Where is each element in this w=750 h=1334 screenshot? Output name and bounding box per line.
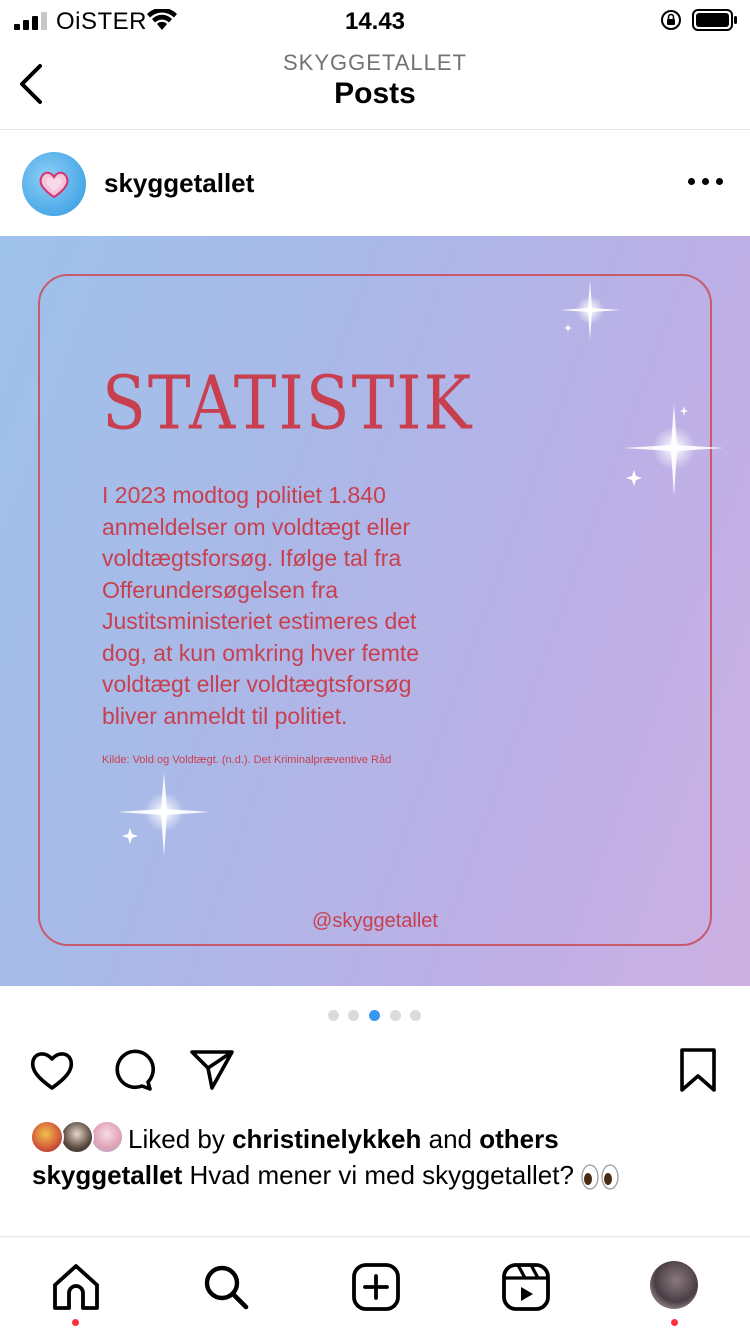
carousel-dot bbox=[390, 1010, 401, 1021]
likes-text: Liked by christinelykkeh and others bbox=[128, 1124, 559, 1155]
carousel-indicator bbox=[328, 1010, 428, 1022]
reels-icon[interactable] bbox=[500, 1261, 552, 1313]
sparkle-icon bbox=[118, 772, 210, 856]
sparkle-icon bbox=[560, 280, 620, 340]
comment-icon[interactable] bbox=[108, 1046, 156, 1094]
image-source: Kilde: Vold og Voldtægt. (n.d.). Det Kri… bbox=[102, 754, 392, 766]
clock: 14.43 bbox=[344, 8, 406, 35]
body-line: dog, at kun omkring hver femte bbox=[102, 639, 420, 666]
body-line: voldtægtsforsøg. Ifølge tal fra bbox=[102, 545, 402, 571]
image-heading: STATISTIK bbox=[102, 362, 474, 448]
home-icon[interactable] bbox=[50, 1261, 102, 1313]
post-action-bar bbox=[0, 1046, 750, 1102]
notification-dot bbox=[72, 1319, 79, 1326]
notification-dot bbox=[671, 1319, 678, 1326]
image-body-text: I 2023 modtog politiet 1.840 anmeldelser… bbox=[102, 480, 532, 732]
heart-logo-icon bbox=[39, 171, 69, 199]
search-icon[interactable] bbox=[200, 1261, 252, 1313]
sparkle-icon bbox=[624, 404, 724, 496]
create-icon[interactable] bbox=[350, 1261, 402, 1313]
eyes-emoji-icon bbox=[581, 1164, 619, 1190]
status-bar: OiSTER 14.43 bbox=[0, 0, 750, 42]
post-image[interactable]: STATISTIK I 2023 modtog politiet 1.840 a… bbox=[0, 236, 750, 986]
likes-middle: and bbox=[421, 1124, 480, 1154]
bookmark-icon[interactable] bbox=[674, 1046, 722, 1094]
liker-avatar bbox=[60, 1120, 94, 1154]
battery-icon bbox=[692, 9, 737, 31]
body-line: I 2023 modtog politiet 1.840 bbox=[102, 482, 386, 508]
paper-plane-icon[interactable] bbox=[188, 1046, 236, 1094]
liker-avatar bbox=[90, 1120, 124, 1154]
body-line: bliver anmeldt til politiet. bbox=[102, 702, 348, 729]
account-subtitle: SKYGGETALLET bbox=[283, 50, 467, 75]
bottom-tab-bar bbox=[0, 1236, 750, 1334]
caption-text: Hvad mener vi med skyggetallet? bbox=[182, 1160, 574, 1190]
body-line: Justitsministeriet estimeres det bbox=[102, 608, 417, 634]
liker-avatar bbox=[30, 1120, 64, 1154]
carousel-dot bbox=[328, 1010, 339, 1021]
orientation-lock-icon bbox=[661, 10, 681, 30]
profile-avatar[interactable] bbox=[650, 1261, 698, 1309]
heart-icon[interactable] bbox=[28, 1046, 76, 1094]
body-line: voldtægt eller voldtægtsforsøg bbox=[102, 671, 412, 697]
more-horizontal-icon[interactable] bbox=[688, 176, 724, 188]
page-title: Posts bbox=[334, 77, 416, 110]
post-caption: skyggetallet Hvad mener vi med skyggetal… bbox=[32, 1160, 732, 1192]
caption-username[interactable]: skyggetallet bbox=[32, 1160, 182, 1190]
liker-username[interactable]: christinelykkeh bbox=[232, 1124, 421, 1154]
avatar[interactable] bbox=[22, 152, 86, 216]
likes-row[interactable]: Liked by christinelykkeh and others bbox=[30, 1120, 730, 1158]
image-handle: @skyggetallet bbox=[312, 910, 438, 932]
body-line: anmeldelser om voldtægt eller bbox=[102, 513, 411, 540]
post-header: skyggetallet bbox=[0, 130, 750, 236]
post-username[interactable]: skyggetallet bbox=[104, 168, 254, 199]
likes-prefix: Liked by bbox=[128, 1124, 233, 1154]
likes-others-link[interactable]: others bbox=[479, 1124, 558, 1154]
top-navigation-bar: SKYGGETALLET Posts bbox=[0, 42, 750, 130]
carousel-dot-active bbox=[369, 1010, 380, 1021]
carousel-dot bbox=[410, 1010, 421, 1021]
carousel-dot bbox=[348, 1010, 359, 1021]
body-line: Offerundersøgelsen fra bbox=[102, 576, 339, 603]
